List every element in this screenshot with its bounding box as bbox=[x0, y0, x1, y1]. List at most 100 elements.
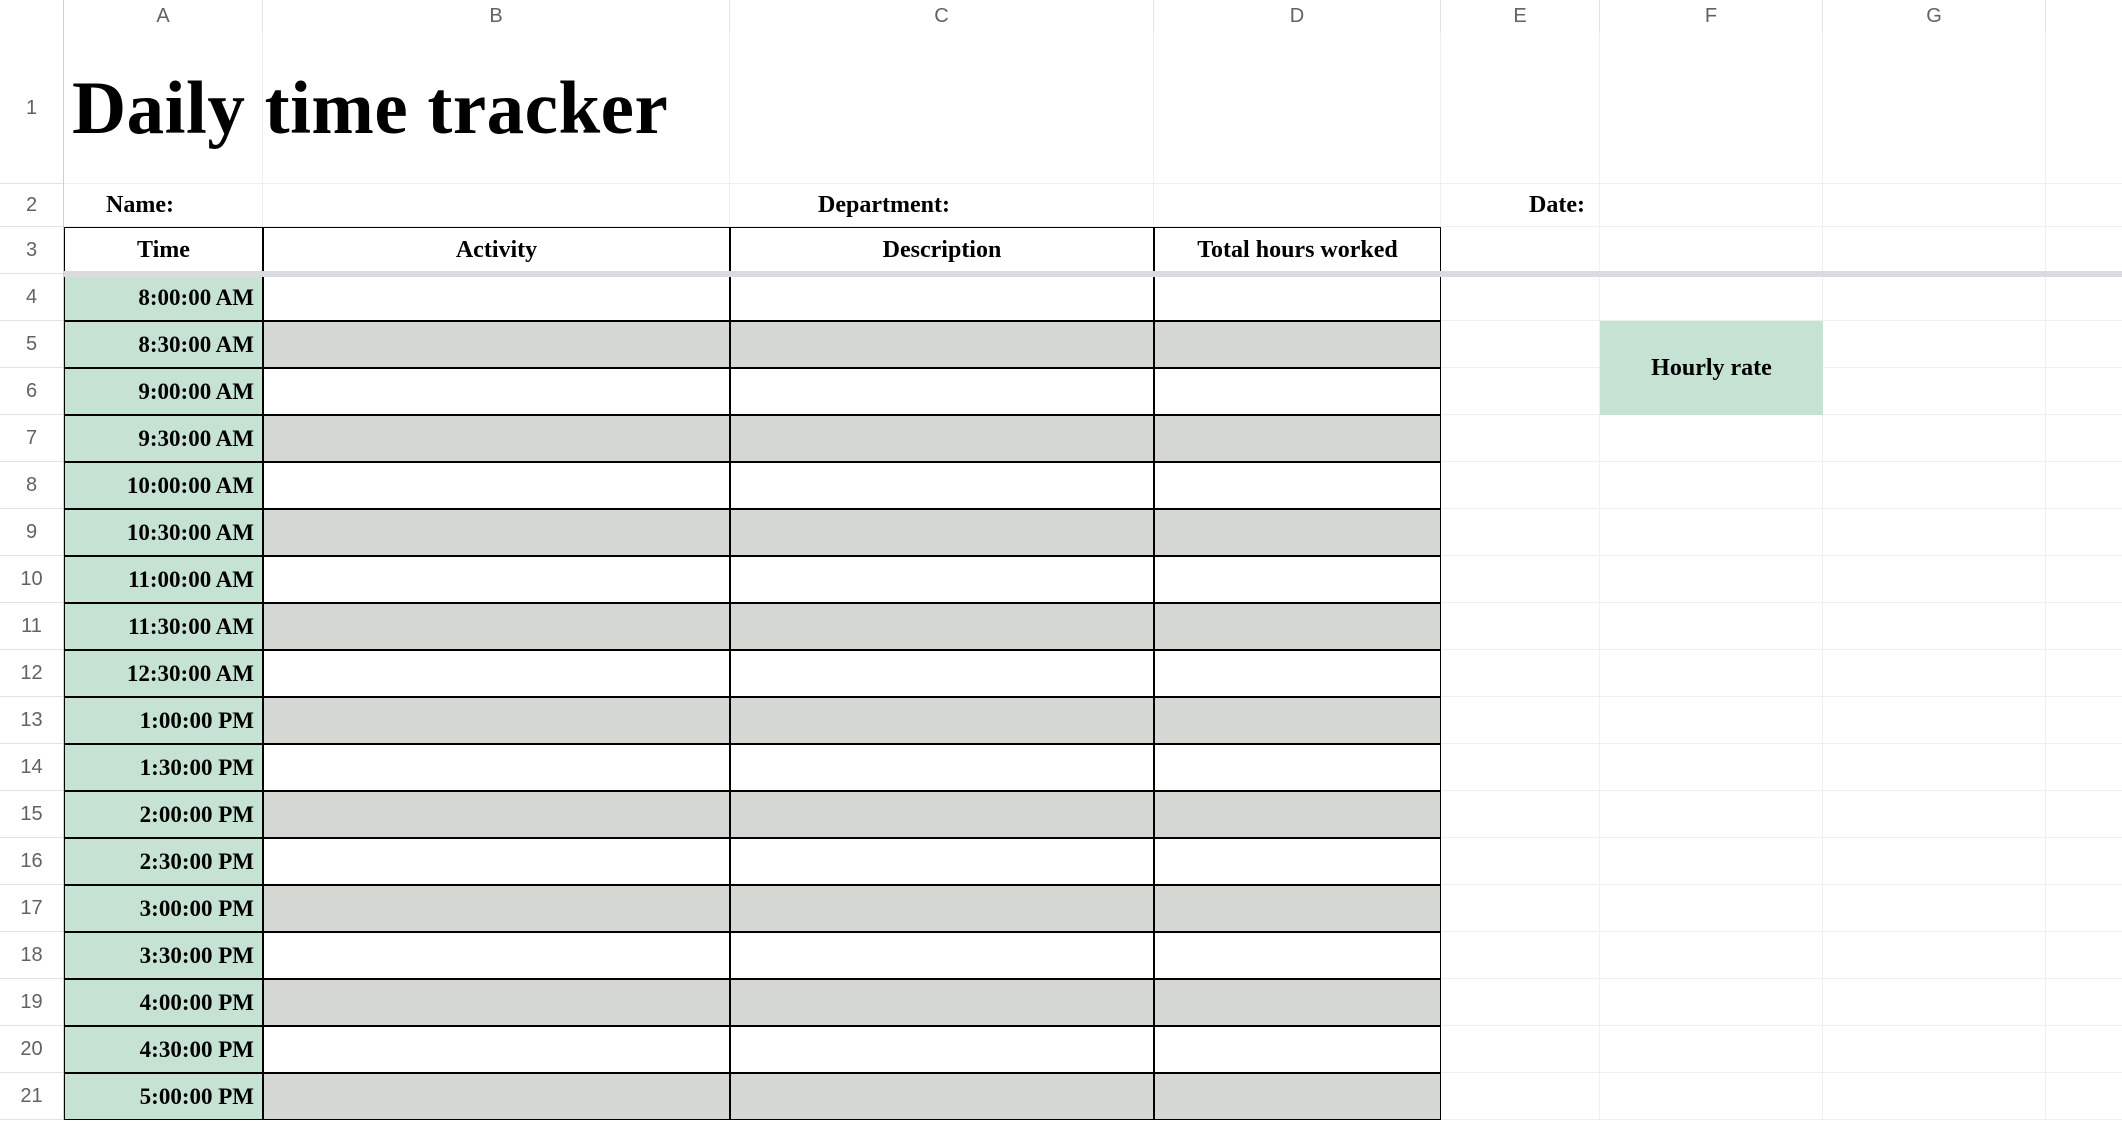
time-cell[interactable]: 2:30:00 PM bbox=[64, 838, 263, 885]
data-cell[interactable] bbox=[1154, 415, 1441, 462]
column-header-C[interactable]: C bbox=[730, 0, 1154, 33]
row-header-17[interactable]: 17 bbox=[0, 885, 63, 932]
data-cell[interactable] bbox=[730, 603, 1154, 650]
data-cell[interactable] bbox=[730, 462, 1154, 509]
row-header-6[interactable]: 6 bbox=[0, 368, 63, 415]
time-cell[interactable]: 9:00:00 AM bbox=[64, 368, 263, 415]
table-header-0[interactable]: Time bbox=[64, 227, 263, 274]
time-cell[interactable]: 11:30:00 AM bbox=[64, 603, 263, 650]
data-cell[interactable] bbox=[1154, 274, 1441, 321]
time-cell[interactable]: 11:00:00 AM bbox=[64, 556, 263, 603]
time-cell[interactable]: 4:30:00 PM bbox=[64, 1026, 263, 1073]
data-cell[interactable] bbox=[1154, 603, 1441, 650]
row-header-2[interactable]: 2 bbox=[0, 184, 63, 227]
time-cell[interactable]: 10:00:00 AM bbox=[64, 462, 263, 509]
data-cell[interactable] bbox=[1154, 368, 1441, 415]
data-cell[interactable] bbox=[263, 509, 730, 556]
column-header-E[interactable]: E bbox=[1441, 0, 1600, 33]
data-cell[interactable] bbox=[730, 650, 1154, 697]
select-all-corner[interactable] bbox=[0, 0, 64, 33]
row-header-18[interactable]: 18 bbox=[0, 932, 63, 979]
hourly-rate-label[interactable]: Hourly rate bbox=[1600, 321, 1823, 415]
time-cell[interactable]: 1:30:00 PM bbox=[64, 744, 263, 791]
data-cell[interactable] bbox=[1154, 979, 1441, 1026]
data-cell[interactable] bbox=[1154, 462, 1441, 509]
data-cell[interactable] bbox=[730, 556, 1154, 603]
data-cell[interactable] bbox=[730, 791, 1154, 838]
data-cell[interactable] bbox=[1154, 556, 1441, 603]
row-header-4[interactable]: 4 bbox=[0, 274, 63, 321]
data-cell[interactable] bbox=[1154, 885, 1441, 932]
row-header-10[interactable]: 10 bbox=[0, 556, 63, 603]
data-cell[interactable] bbox=[730, 744, 1154, 791]
data-cell[interactable] bbox=[263, 368, 730, 415]
data-cell[interactable] bbox=[730, 838, 1154, 885]
data-cell[interactable] bbox=[263, 885, 730, 932]
row-header-13[interactable]: 13 bbox=[0, 697, 63, 744]
data-cell[interactable] bbox=[263, 744, 730, 791]
data-cell[interactable] bbox=[263, 979, 730, 1026]
row-header-5[interactable]: 5 bbox=[0, 321, 63, 368]
row-header-8[interactable]: 8 bbox=[0, 462, 63, 509]
data-cell[interactable] bbox=[730, 1026, 1154, 1073]
data-cell[interactable] bbox=[1154, 509, 1441, 556]
data-cell[interactable] bbox=[1154, 697, 1441, 744]
table-header-3[interactable]: Total hours worked bbox=[1154, 227, 1441, 274]
time-cell[interactable]: 2:00:00 PM bbox=[64, 791, 263, 838]
row-header-11[interactable]: 11 bbox=[0, 603, 63, 650]
column-header-G[interactable]: G bbox=[1823, 0, 2046, 33]
data-cell[interactable] bbox=[263, 1073, 730, 1120]
grid-area[interactable]: Daily time trackerName:Department:Date:T… bbox=[64, 33, 2122, 1128]
data-cell[interactable] bbox=[730, 979, 1154, 1026]
data-cell[interactable] bbox=[730, 321, 1154, 368]
data-cell[interactable] bbox=[1154, 1073, 1441, 1120]
data-cell[interactable] bbox=[263, 462, 730, 509]
row-header-19[interactable]: 19 bbox=[0, 979, 63, 1026]
time-cell[interactable]: 3:00:00 PM bbox=[64, 885, 263, 932]
row-header-14[interactable]: 14 bbox=[0, 744, 63, 791]
data-cell[interactable] bbox=[263, 321, 730, 368]
row-header-9[interactable]: 9 bbox=[0, 509, 63, 556]
data-cell[interactable] bbox=[1154, 321, 1441, 368]
time-cell[interactable]: 10:30:00 AM bbox=[64, 509, 263, 556]
data-cell[interactable] bbox=[730, 509, 1154, 556]
data-cell[interactable] bbox=[730, 1073, 1154, 1120]
data-cell[interactable] bbox=[1154, 932, 1441, 979]
time-cell[interactable]: 3:30:00 PM bbox=[64, 932, 263, 979]
row-header-15[interactable]: 15 bbox=[0, 791, 63, 838]
time-cell[interactable]: 4:00:00 PM bbox=[64, 979, 263, 1026]
data-cell[interactable] bbox=[263, 697, 730, 744]
data-cell[interactable] bbox=[263, 650, 730, 697]
time-cell[interactable]: 12:30:00 AM bbox=[64, 650, 263, 697]
row-header-3[interactable]: 3 bbox=[0, 227, 63, 274]
row-header-20[interactable]: 20 bbox=[0, 1026, 63, 1073]
data-cell[interactable] bbox=[730, 932, 1154, 979]
data-cell[interactable] bbox=[263, 932, 730, 979]
data-cell[interactable] bbox=[1154, 744, 1441, 791]
data-cell[interactable] bbox=[1154, 838, 1441, 885]
column-header-B[interactable]: B bbox=[263, 0, 730, 33]
data-cell[interactable] bbox=[1154, 791, 1441, 838]
data-cell[interactable] bbox=[263, 603, 730, 650]
row-header-1[interactable]: 1 bbox=[0, 33, 63, 184]
table-header-1[interactable]: Activity bbox=[263, 227, 730, 274]
data-cell[interactable] bbox=[1154, 650, 1441, 697]
data-cell[interactable] bbox=[730, 697, 1154, 744]
data-cell[interactable] bbox=[730, 274, 1154, 321]
data-cell[interactable] bbox=[263, 556, 730, 603]
row-header-7[interactable]: 7 bbox=[0, 415, 63, 462]
data-cell[interactable] bbox=[1154, 1026, 1441, 1073]
data-cell[interactable] bbox=[263, 274, 730, 321]
column-header-A[interactable]: A bbox=[64, 0, 263, 33]
data-cell[interactable] bbox=[263, 838, 730, 885]
column-header-F[interactable]: F bbox=[1600, 0, 1823, 33]
data-cell[interactable] bbox=[730, 885, 1154, 932]
time-cell[interactable]: 1:00:00 PM bbox=[64, 697, 263, 744]
row-header-12[interactable]: 12 bbox=[0, 650, 63, 697]
table-header-2[interactable]: Description bbox=[730, 227, 1154, 274]
time-cell[interactable]: 8:30:00 AM bbox=[64, 321, 263, 368]
time-cell[interactable]: 5:00:00 PM bbox=[64, 1073, 263, 1120]
data-cell[interactable] bbox=[730, 415, 1154, 462]
time-cell[interactable]: 9:30:00 AM bbox=[64, 415, 263, 462]
data-cell[interactable] bbox=[263, 415, 730, 462]
